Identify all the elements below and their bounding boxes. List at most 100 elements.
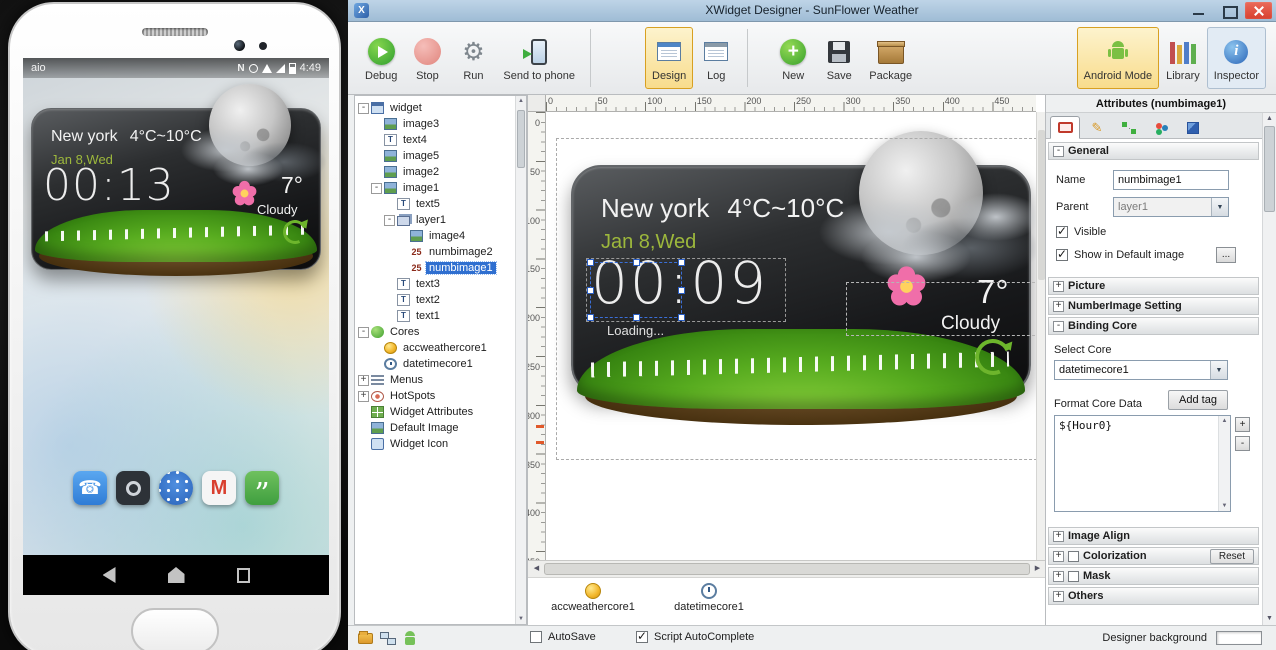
tree-item-default-image[interactable]: Default Image <box>355 420 515 436</box>
tree-item-image1[interactable]: -image1 <box>355 180 515 196</box>
camera-app-icon[interactable] <box>116 471 150 505</box>
scroll-down-icon[interactable]: ▼ <box>516 614 526 624</box>
minimize-button[interactable] <box>1185 2 1212 19</box>
tree-item-text4[interactable]: Ttext4 <box>355 132 515 148</box>
resize-handle[interactable] <box>678 259 685 266</box>
expand-icon[interactable]: + <box>1053 301 1064 312</box>
log-button[interactable]: Log <box>693 27 739 89</box>
resize-handle[interactable] <box>678 287 685 294</box>
send-to-phone-button[interactable]: Send to phone <box>496 27 582 89</box>
save-button[interactable]: Save <box>816 27 862 89</box>
tree-item-image5[interactable]: image5 <box>355 148 515 164</box>
resize-handle[interactable] <box>587 314 594 321</box>
package-button[interactable]: Package <box>862 27 919 89</box>
add-line-button[interactable]: + <box>1235 417 1250 432</box>
resize-handle[interactable] <box>587 287 594 294</box>
attributes-scrollbar[interactable]: ▲ ▼ <box>1262 113 1276 625</box>
scroll-left-icon[interactable]: ◀ <box>529 561 544 577</box>
scroll-right-icon[interactable]: ▶ <box>1030 561 1045 577</box>
minus-expander-icon[interactable]: - <box>358 327 369 338</box>
scroll-down-icon[interactable]: ▼ <box>1263 613 1276 625</box>
tree-item-text3[interactable]: Ttext3 <box>355 276 515 292</box>
numbimage1-selection[interactable] <box>590 262 682 318</box>
parent-dropdown[interactable]: layer1 ▼ <box>1113 197 1229 217</box>
tree-item-image3[interactable]: image3 <box>355 116 515 132</box>
phone-app-icon[interactable]: ☎ <box>73 471 107 505</box>
script-autocomplete-row[interactable]: ✓ Script AutoComplete <box>636 631 754 643</box>
visible-row[interactable]: ✓ Visible <box>1056 226 1106 238</box>
reset-button[interactable]: Reset <box>1210 549 1254 564</box>
tree-item-menus[interactable]: +Menus <box>355 372 515 388</box>
resize-handle[interactable] <box>678 314 685 321</box>
gmail-app-icon[interactable]: M <box>202 471 236 505</box>
inspector-button[interactable]: i Inspector <box>1207 27 1266 89</box>
tree-item-text1[interactable]: Ttext1 <box>355 308 515 324</box>
app-drawer-icon[interactable] <box>159 471 193 505</box>
section-mask[interactable]: + Mask <box>1048 567 1259 585</box>
script-autocomplete-checkbox[interactable]: ✓ <box>636 631 648 643</box>
datetimecore-item[interactable]: datetimecore1 <box>649 583 769 613</box>
autosave-row[interactable]: ✓ AutoSave <box>530 631 596 643</box>
minus-expander-icon[interactable]: - <box>358 103 369 114</box>
tree-scrollbar[interactable]: ▲ ▼ <box>515 96 526 624</box>
format-core-data-textarea[interactable]: ${Hour0} ▲ ▼ <box>1054 415 1231 512</box>
tree-item-widget-icon[interactable]: Widget Icon <box>355 436 515 452</box>
recents-icon[interactable] <box>237 568 250 583</box>
tree-item-widget[interactable]: -widget <box>355 100 515 116</box>
maximize-button[interactable] <box>1215 2 1242 19</box>
tree-item-hotspots[interactable]: +HotSpots <box>355 388 515 404</box>
scroll-thumb[interactable] <box>1038 130 1045 280</box>
collapse-icon[interactable]: - <box>1053 321 1064 332</box>
section-colorization[interactable]: + Colorization Reset <box>1048 547 1259 565</box>
resize-handle[interactable] <box>587 259 594 266</box>
section-picture[interactable]: + Picture <box>1048 277 1259 295</box>
phone-home-button[interactable] <box>131 608 219 650</box>
new-button[interactable]: + New <box>770 27 816 89</box>
show-default-checkbox[interactable]: ✓ <box>1056 249 1068 261</box>
close-button[interactable] <box>1245 2 1272 19</box>
autosave-checkbox[interactable]: ✓ <box>530 631 542 643</box>
tree-item-datetimecore1[interactable]: datetimecore1 <box>355 356 515 372</box>
back-icon[interactable] <box>103 567 116 583</box>
section-image-align[interactable]: + Image Align <box>1048 527 1259 545</box>
plus-expander-icon[interactable]: + <box>358 391 369 402</box>
name-input[interactable]: numbimage1 <box>1113 170 1229 190</box>
expand-icon[interactable]: + <box>1053 281 1064 292</box>
tree-item-widget-attributes[interactable]: Widget Attributes <box>355 404 515 420</box>
expand-icon[interactable]: + <box>1053 551 1064 562</box>
phone-weather-widget[interactable]: New york 4°C~10°C Jan 8,Wed 00:13 7° Clo… <box>31 108 321 270</box>
resize-handle[interactable] <box>633 314 640 321</box>
android-icon[interactable] <box>404 631 416 645</box>
scroll-up-icon[interactable]: ▲ <box>1263 113 1276 125</box>
expand-icon[interactable]: + <box>1053 591 1064 602</box>
tree-item-image4[interactable]: image4 <box>355 228 515 244</box>
network-icon[interactable] <box>380 632 396 645</box>
tree-item-image2[interactable]: image2 <box>355 164 515 180</box>
show-default-row[interactable]: ✓ Show in Default image <box>1056 249 1184 261</box>
collapse-icon[interactable]: - <box>1053 146 1064 157</box>
minus-expander-icon[interactable]: - <box>384 215 395 226</box>
home-icon[interactable] <box>168 567 185 583</box>
section-binding-core[interactable]: - Binding Core <box>1048 317 1259 335</box>
expand-icon[interactable]: + <box>1053 531 1064 542</box>
colorization-checkbox[interactable] <box>1068 551 1079 562</box>
debug-button[interactable]: Debug <box>358 27 404 89</box>
tree-item-numbimage1[interactable]: 25numbimage1 <box>355 260 515 276</box>
resize-handle[interactable] <box>633 259 640 266</box>
add-tag-button[interactable]: Add tag <box>1168 390 1228 410</box>
run-button[interactable]: ⚙ Run <box>450 27 496 89</box>
plus-expander-icon[interactable]: + <box>358 375 369 386</box>
folder-icon[interactable] <box>358 633 373 644</box>
textarea-scrollbar[interactable]: ▲ ▼ <box>1218 416 1230 511</box>
titlebar[interactable]: X XWidget Designer - SunFlower Weather <box>348 0 1276 22</box>
expand-icon[interactable]: + <box>1053 571 1064 582</box>
tree-item-accweathercore1[interactable]: accweathercore1 <box>355 340 515 356</box>
mask-checkbox[interactable] <box>1068 571 1079 582</box>
minus-expander-icon[interactable]: - <box>371 183 382 194</box>
library-button[interactable]: Library <box>1159 27 1207 89</box>
section-others[interactable]: + Others <box>1048 587 1259 605</box>
scroll-up-icon[interactable]: ▲ <box>516 96 526 106</box>
design-viewport[interactable]: New york 4°C~10°C Jan 8,Wed 00:09 Loadin… <box>546 112 1036 560</box>
browse-button[interactable]: ... <box>1216 247 1236 263</box>
select-core-dropdown[interactable]: datetimecore1 ▼ <box>1054 360 1228 380</box>
